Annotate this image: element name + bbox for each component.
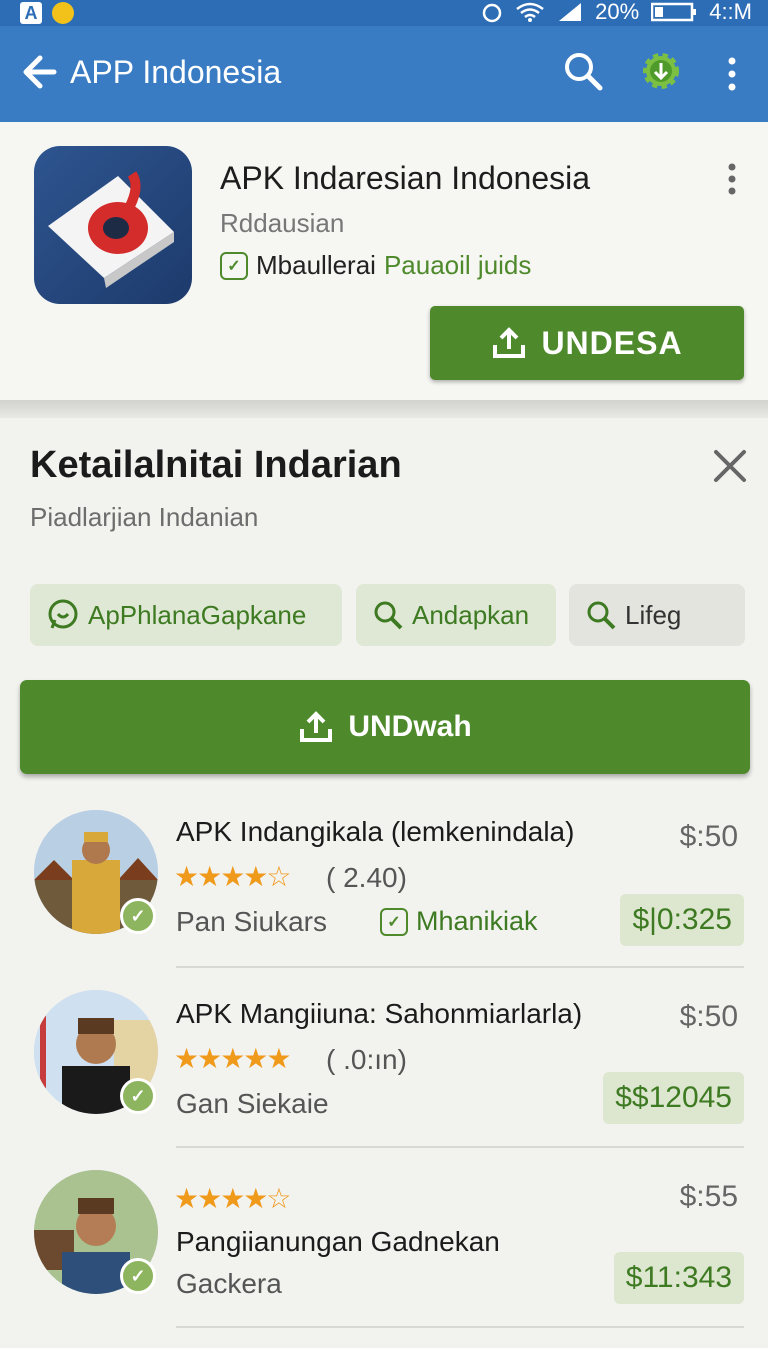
clock: 4::M xyxy=(709,0,752,24)
item-subtitle: Gan Siekaie xyxy=(176,1088,329,1119)
item-title: APK Indangikala (lemkenindala) xyxy=(176,816,575,847)
list-item[interactable]: ✓ APK Mangiiuna: Sahonmiarlarla) ★★★★★ (… xyxy=(0,988,768,1168)
verified-icon: ✓ xyxy=(120,898,156,934)
chat-bubble-icon xyxy=(48,599,78,629)
section-subtitle: Piadlarjian Indanian xyxy=(30,502,259,532)
app-developer: Rddausian xyxy=(220,208,345,238)
install-button[interactable]: UNDESA xyxy=(430,306,744,380)
signal-icon xyxy=(559,3,582,21)
alarm-icon xyxy=(482,3,502,23)
price-box[interactable]: $$12045 xyxy=(603,1072,744,1124)
chip-label: ApPhlanaGapkane xyxy=(88,599,307,630)
list-item[interactable]: ✓ APK Indangikala (lemkenindala) ★★★★☆ (… xyxy=(0,808,768,988)
upload-icon xyxy=(493,327,526,358)
battery-icon xyxy=(651,2,697,22)
price-small: $:55 xyxy=(679,1180,738,1213)
chip-whatsapp[interactable]: ApPhlanaGapkane xyxy=(30,584,342,646)
item-title: Pangiianungan Gadnekan xyxy=(176,1226,500,1257)
download-button[interactable]: UNDwah xyxy=(20,680,750,774)
price-small: $:50 xyxy=(679,820,738,853)
close-icon[interactable] xyxy=(712,448,748,484)
price-box[interactable]: $|0:325 xyxy=(620,894,744,946)
item-subtitle: Gackera xyxy=(176,1268,282,1299)
app-logo-icon xyxy=(34,146,192,304)
badge-label: Mbaullerai xyxy=(256,250,376,280)
status-bar: A 20% 4::M xyxy=(0,0,768,26)
app-header-card: APK Indaresian Indonesia Rddausian ✓ Mba… xyxy=(0,122,768,400)
item-tag: ✓ Mhanikiak xyxy=(380,906,538,937)
download-button-label: UNDwah xyxy=(348,710,472,743)
back-arrow-icon[interactable] xyxy=(20,48,60,96)
star-rating-icon: ★★★★☆ xyxy=(174,1183,292,1214)
chip-label: Lifeg xyxy=(625,599,682,630)
search-icon xyxy=(587,601,616,630)
download-settings-icon[interactable] xyxy=(638,48,684,94)
verified-icon: ✓ xyxy=(120,1078,156,1114)
badge-category[interactable]: Pauaoil juids xyxy=(384,250,531,281)
verified-icon: ✓ xyxy=(120,1258,156,1294)
search-icon xyxy=(374,601,403,630)
verified-badge-icon: ✓ xyxy=(380,907,408,936)
price-box[interactable]: $11:343 xyxy=(613,1252,744,1304)
battery-percent: 20% xyxy=(595,0,640,24)
notification-a-icon: A xyxy=(20,2,42,24)
chip-search-lifeg[interactable]: Lifeg xyxy=(569,584,745,646)
app-name: APK Indaresian Indonesia xyxy=(220,160,591,196)
app-bar: APP Indonesia xyxy=(0,26,768,122)
section-title: Ketailalnitai Indarian xyxy=(30,444,402,486)
wifi-icon xyxy=(516,2,544,22)
chip-label: Andapkan xyxy=(412,599,530,630)
item-subtitle: Pan Siukars xyxy=(176,906,327,937)
upload-icon xyxy=(300,711,333,742)
app-more-icon[interactable] xyxy=(722,162,742,196)
rating-value: ( .0:ın) xyxy=(326,1044,407,1075)
verified-badge-icon: ✓ xyxy=(220,251,248,280)
app-badge: ✓ Mbaullerai Pauaoil juids xyxy=(220,250,531,281)
rating-value: ( 2.40) xyxy=(326,862,407,893)
item-divider xyxy=(176,1146,744,1148)
star-rating-icon: ★★★★★ xyxy=(174,1043,292,1074)
divider xyxy=(0,400,768,418)
install-button-label: UNDESA xyxy=(541,324,683,361)
app-bar-title: APP Indonesia xyxy=(70,54,282,90)
star-rating-icon: ★★★★☆ xyxy=(174,861,292,892)
item-tag-label: Mhanikiak xyxy=(416,906,538,936)
list-item[interactable]: ✓ ★★★★☆ Pangiianungan Gadnekan Gackera $… xyxy=(0,1168,768,1348)
item-title: APK Mangiiuna: Sahonmiarlarla) xyxy=(176,998,583,1029)
price-small: $:50 xyxy=(679,1000,738,1033)
overflow-menu-icon[interactable] xyxy=(722,56,742,92)
notification-app-icon xyxy=(52,2,74,24)
search-icon[interactable] xyxy=(562,50,604,92)
results-section: Ketailalnitai Indarian Piadlarjian Indan… xyxy=(0,418,768,1344)
chip-search-andapkan[interactable]: Andapkan xyxy=(356,584,556,646)
item-divider xyxy=(176,1326,744,1328)
item-divider xyxy=(176,966,744,968)
